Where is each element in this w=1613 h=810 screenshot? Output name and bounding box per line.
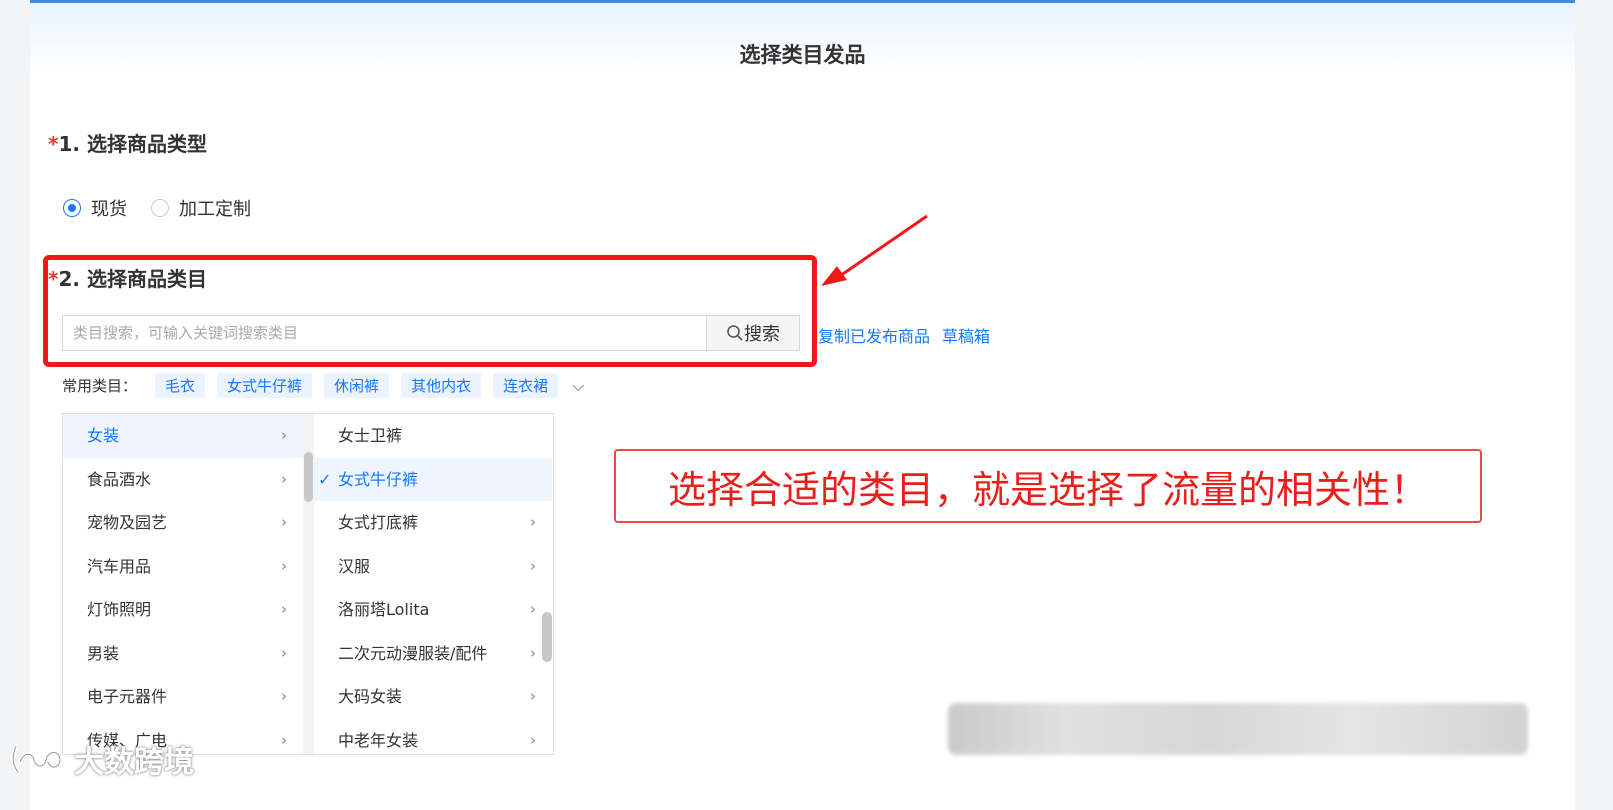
category-level1-list: 女装 › 食品酒水 › 宠物及园艺 › 汽车用品 › 灯饰照明 › 男装 › 电子元器件 › … xyxy=(63,414,304,754)
item-label: 洛丽塔Lolita xyxy=(338,600,430,619)
chevron-right-icon: › xyxy=(281,730,287,749)
product-type-radio-group: 现货 加工定制 xyxy=(63,195,275,221)
search-button-label: 搜索 xyxy=(744,324,780,345)
item-label: 男装 xyxy=(87,643,120,663)
category-level2-item[interactable]: 大码女装 › xyxy=(314,675,552,719)
chevron-right-icon: › xyxy=(281,687,287,705)
watermark-text: 大数跨境 xyxy=(74,745,194,780)
category-level1-item[interactable]: 汽车用品 › xyxy=(63,545,303,589)
category-level2-item[interactable]: 中老年女装 › xyxy=(314,719,552,755)
quick-links: 复制已发布商品 草稿箱 xyxy=(818,323,1002,347)
common-tag[interactable]: 连衣裙 xyxy=(493,373,559,398)
level1-scrollbar[interactable] xyxy=(303,414,314,754)
category-level2-item[interactable]: 女式打底裤 › xyxy=(314,501,552,545)
chevron-right-icon: › xyxy=(281,643,287,662)
check-icon: ✓ xyxy=(318,469,332,489)
required-star: * xyxy=(48,267,59,291)
category-level1-item[interactable]: 电子元器件 › xyxy=(63,675,303,719)
watermark-logo: 大数跨境 xyxy=(10,737,194,781)
category-search-input[interactable] xyxy=(63,316,706,350)
chevron-right-icon: › xyxy=(530,730,536,749)
search-icon xyxy=(727,325,743,341)
item-label: 电子元器件 xyxy=(87,687,168,706)
chevron-right-icon: › xyxy=(530,513,536,531)
category-level2-item[interactable]: 二次元动漫服装/配件 › xyxy=(314,632,552,676)
section-title-text: 1. 选择商品类型 xyxy=(58,132,207,156)
chevron-right-icon: › xyxy=(281,600,287,618)
common-tag[interactable]: 女式牛仔裤 xyxy=(217,373,313,398)
radio-custom[interactable] xyxy=(151,199,169,217)
item-label: 女士卫裤 xyxy=(338,426,403,445)
item-label: 灯饰照明 xyxy=(87,600,152,619)
annotation-arrow-icon xyxy=(821,214,928,286)
common-tag[interactable]: 其他内衣 xyxy=(401,373,482,398)
category-level2-item[interactable]: 洛丽塔Lolita › xyxy=(314,588,552,632)
category-level1-item[interactable]: 灯饰照明 › xyxy=(63,588,303,632)
draft-box-link[interactable]: 草稿箱 xyxy=(942,327,990,346)
chevron-right-icon: › xyxy=(530,643,536,662)
category-cascader: 女装 › 食品酒水 › 宠物及园艺 › 汽车用品 › 灯饰照明 › 男装 › 电子元器件 › … xyxy=(62,413,554,755)
category-level1-item[interactable]: 食品酒水 › xyxy=(63,458,303,502)
copy-published-link[interactable]: 复制已发布商品 xyxy=(818,327,930,346)
radio-spot-label[interactable]: 现货 xyxy=(91,195,127,221)
chevron-right-icon: › xyxy=(281,426,287,444)
category-level2-item[interactable]: 汉服 › xyxy=(314,545,552,589)
search-button[interactable]: 搜索 xyxy=(706,316,799,350)
common-categories-label: 常用类目： xyxy=(62,377,138,395)
scrollbar-thumb[interactable] xyxy=(304,452,313,502)
radio-custom-label[interactable]: 加工定制 xyxy=(179,195,251,221)
item-label: 食品酒水 xyxy=(87,469,152,489)
chevron-right-icon: › xyxy=(530,556,536,575)
chevron-right-icon: › xyxy=(530,687,536,705)
annotation-callout: 选择合适的类目，就是选择了流量的相关性！ xyxy=(614,449,1482,523)
chevron-right-icon: › xyxy=(281,556,287,575)
common-tag[interactable]: 休闲裤 xyxy=(324,373,390,398)
section-product-type-title: *1. 选择商品类型 xyxy=(48,128,207,157)
category-level2-item[interactable]: 女士卫裤 xyxy=(314,414,552,458)
watermark-logo-icon xyxy=(11,744,63,774)
item-label: 女式牛仔裤 xyxy=(338,469,419,489)
category-level1-item[interactable]: 男装 › xyxy=(63,632,303,676)
chevron-right-icon: › xyxy=(530,600,536,618)
category-level2-list: 女士卫裤 ✓ 女式牛仔裤 女式打底裤 › 汉服 › 洛丽塔Lolita › 二次元动漫服… xyxy=(314,414,552,754)
item-label: 汉服 xyxy=(338,556,371,576)
scrollbar-thumb[interactable] xyxy=(542,612,552,662)
item-label: 大码女装 xyxy=(338,687,403,706)
category-search-box: 搜索 xyxy=(62,315,800,351)
category-level1-item[interactable]: 宠物及园艺 › xyxy=(63,501,303,545)
section-title-text: 2. 选择商品类目 xyxy=(58,267,207,291)
category-level2-item[interactable]: ✓ 女式牛仔裤 xyxy=(314,457,552,501)
section-category-title: *2. 选择商品类目 xyxy=(48,263,207,292)
blurred-watermark xyxy=(948,703,1528,755)
item-label: 汽车用品 xyxy=(87,556,152,576)
page-title: 选择类目发品 xyxy=(739,43,866,67)
item-label: 二次元动漫服装/配件 xyxy=(338,643,488,663)
item-label: 女式打底裤 xyxy=(338,513,419,532)
item-label: 宠物及园艺 xyxy=(87,513,168,532)
chevron-right-icon: › xyxy=(281,469,287,488)
common-categories: 常用类目： 毛衣 女式牛仔裤 休闲裤 其他内衣 连衣裙 ⌵ xyxy=(62,373,584,398)
category-level1-item[interactable]: 女装 › xyxy=(63,414,303,458)
required-star: * xyxy=(48,132,59,156)
chevron-down-icon[interactable]: ⌵ xyxy=(572,376,584,396)
radio-spot[interactable] xyxy=(63,199,81,217)
item-label: 女装 xyxy=(87,426,120,445)
chevron-right-icon: › xyxy=(281,513,287,531)
common-tag[interactable]: 毛衣 xyxy=(155,373,206,398)
main-panel: 选择类目发品 *1. 选择商品类型 现货 加工定制 *2. 选择商品类目 搜索 … xyxy=(30,0,1575,810)
item-label: 中老年女装 xyxy=(338,730,419,750)
